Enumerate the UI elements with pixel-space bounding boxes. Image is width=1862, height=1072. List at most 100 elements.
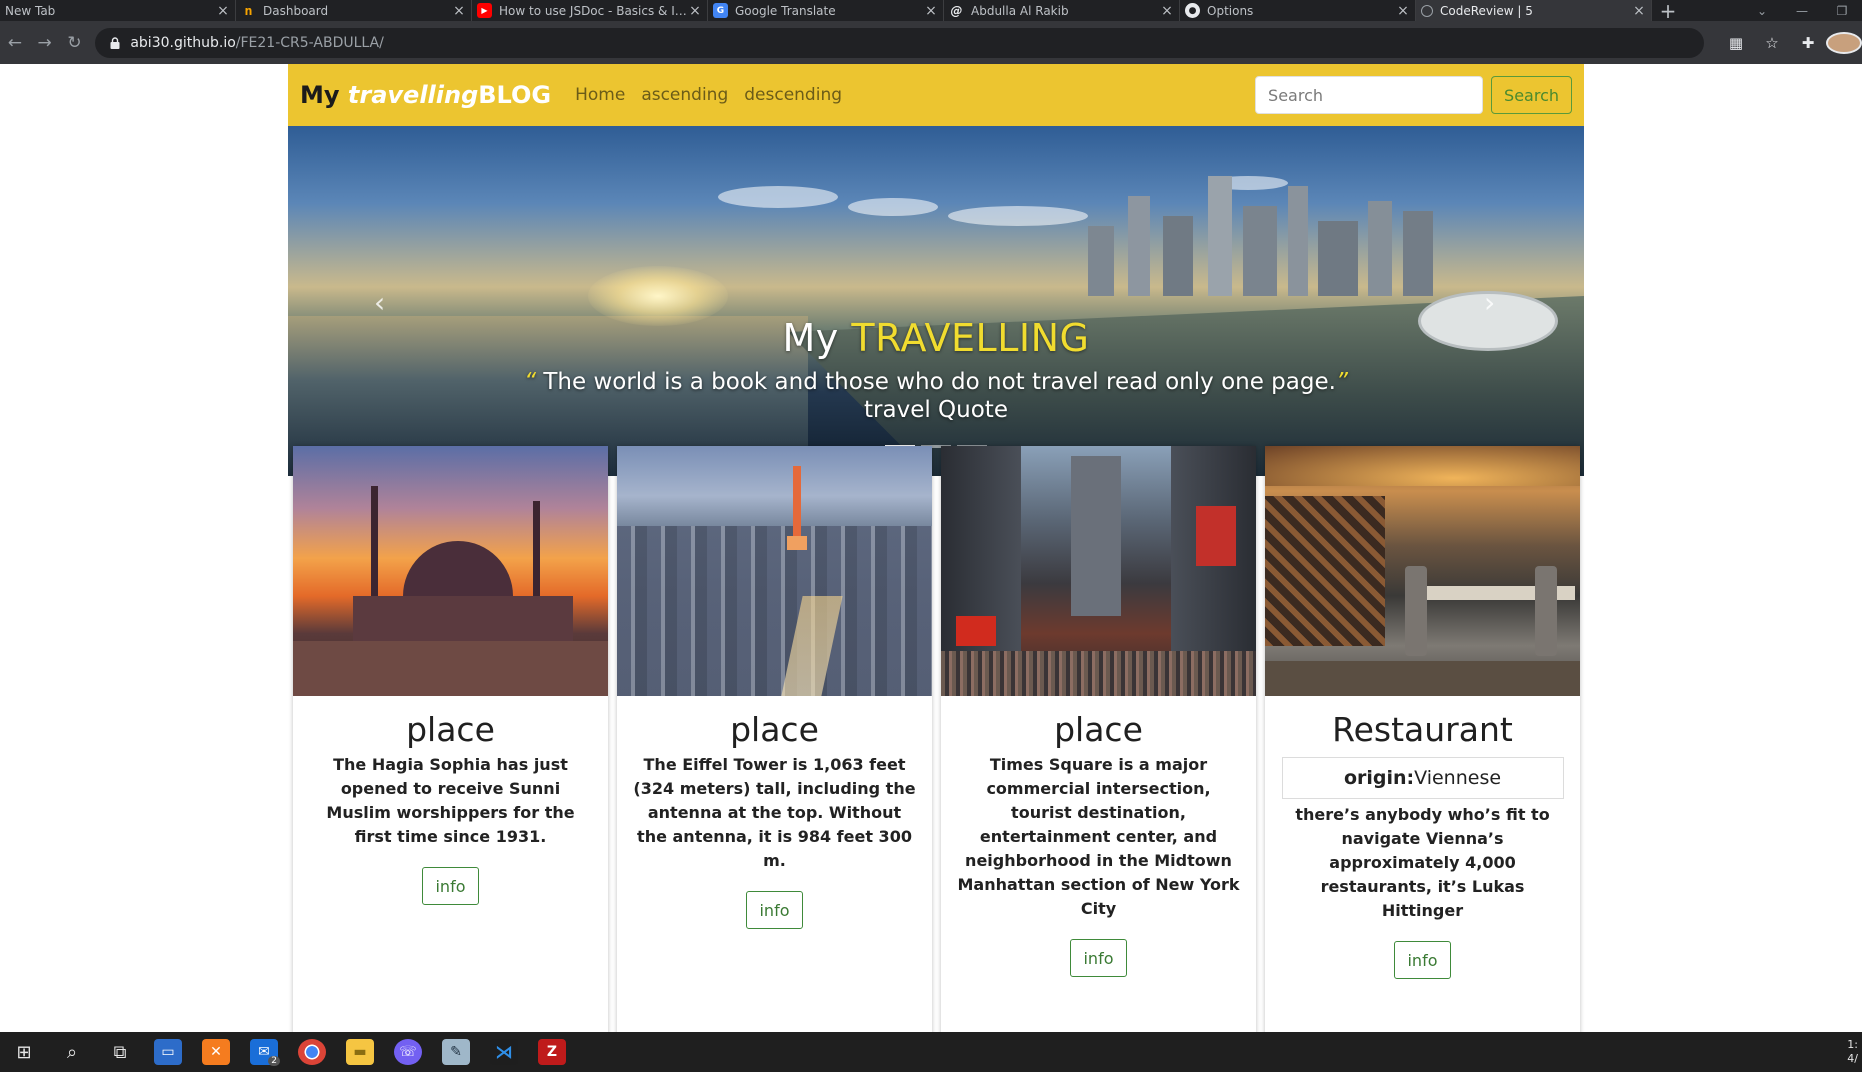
lock-icon <box>110 36 120 49</box>
billboard <box>1196 506 1236 566</box>
info-button[interactable]: info <box>1394 941 1451 979</box>
bookmark-star-icon[interactable]: ☆ <box>1754 34 1790 52</box>
hero-title-highlight: TRAVELLING <box>851 316 1090 360</box>
close-icon[interactable]: × <box>217 3 229 19</box>
restore-icon[interactable]: ❐ <box>1822 4 1862 18</box>
extensions-puzzle-icon[interactable]: ✚ <box>1790 34 1826 52</box>
site-brand[interactable]: My travellingBLOG <box>300 81 551 109</box>
minaret <box>371 486 378 606</box>
minimize-icon[interactable]: — <box>1782 4 1822 18</box>
tab-title: CodeReview | 5 <box>1440 3 1533 18</box>
card-grid: place The Hagia Sophia has just opened t… <box>293 446 1580 1032</box>
crowd <box>941 651 1256 696</box>
tab-title: Google Translate <box>735 3 836 18</box>
forward-icon[interactable]: → <box>30 28 60 58</box>
avatar[interactable] <box>1825 31 1862 54</box>
profile-favicon-icon: @ <box>950 3 963 18</box>
browser-tab-strip: New Tab × ո Dashboard × ▶ How to use JSD… <box>0 0 1862 23</box>
card-title: place <box>730 710 819 749</box>
origin-label: origin: <box>1343 767 1415 789</box>
browser-tab[interactable]: ո Dashboard × <box>236 0 472 21</box>
tower-center <box>1071 456 1121 616</box>
task-view-icon[interactable]: ⧉ <box>96 1032 144 1072</box>
card-title: place <box>1054 710 1143 749</box>
city-blocks <box>617 526 932 696</box>
browser-tab[interactable]: G Google Translate × <box>708 0 944 21</box>
cloud <box>718 186 838 208</box>
browser-tab[interactable]: @ Abdulla Al Rakib × <box>944 0 1180 21</box>
close-icon[interactable]: × <box>1161 3 1173 19</box>
skyscraper <box>1288 186 1308 296</box>
close-icon[interactable]: × <box>1397 3 1409 19</box>
search-button[interactable]: Search <box>1491 76 1572 114</box>
skyscraper <box>1318 221 1358 296</box>
hero-caption: My TRAVELLING “ The world is a book and … <box>288 316 1584 424</box>
origin-value: Viennese <box>1414 767 1502 789</box>
hagia-sophia-image <box>293 446 608 696</box>
dashboard-favicon-icon: ո <box>244 3 253 18</box>
youtube-favicon-icon: ▶ <box>477 3 492 18</box>
xampp-icon[interactable]: ✕ <box>192 1032 240 1072</box>
browser-tab[interactable]: New Tab × <box>0 0 236 21</box>
billboard-red <box>956 616 996 646</box>
search-input[interactable] <box>1255 76 1484 114</box>
clock-time: 1: <box>1847 1038 1858 1051</box>
hero-title-prefix: My <box>782 316 839 360</box>
address-bar[interactable]: abi30.github.io/FE21-CR5-ABDULLA/ <box>95 27 1704 58</box>
quote-text: The world is a book and those who do not… <box>543 369 1336 395</box>
quote-open-mark: “ <box>524 369 537 395</box>
close-icon[interactable]: × <box>689 3 701 19</box>
nav-link-ascending[interactable]: ascending <box>641 85 728 105</box>
windows-start-icon[interactable]: ⊞ <box>0 1032 48 1072</box>
close-icon[interactable]: × <box>1633 3 1645 19</box>
nav-link-descending[interactable]: descending <box>744 85 842 105</box>
restaurant-image <box>1265 446 1580 696</box>
browser-tab-active[interactable]: CodeReview | 5 × <box>1416 0 1652 21</box>
browser-tab[interactable]: ● Options × <box>1180 0 1416 21</box>
hero-carousel: ‹ › My TRAVELLING “ The world is a book … <box>288 126 1584 476</box>
search-icon[interactable]: ⌕ <box>48 1032 96 1072</box>
carousel-next-icon[interactable]: › <box>1484 286 1495 319</box>
tab-title: New Tab <box>5 3 56 18</box>
card-text: Times Square is a major commercial inter… <box>957 755 1240 918</box>
back-icon[interactable]: ← <box>0 28 30 58</box>
viber-icon[interactable]: ☏ <box>384 1032 432 1072</box>
close-icon[interactable]: × <box>453 3 465 19</box>
notes-icon[interactable]: ✎ <box>432 1032 480 1072</box>
windows-taskbar: ⊞ ⌕ ⧉ ▭ ✕ ✉ 2 ▬ ☏ ✎ ⋊ Z 1: 4/ <box>0 1032 1862 1072</box>
brand-suffix: BLOG <box>478 81 552 109</box>
filezilla-icon[interactable]: Z <box>528 1032 576 1072</box>
page-favicon-icon <box>1421 4 1433 17</box>
tab-search-icon[interactable]: ⌄ <box>1742 4 1782 18</box>
card-text: The Hagia Sophia has just opened to rece… <box>326 755 575 846</box>
wooden-lattice <box>1265 496 1385 646</box>
chair <box>1405 566 1427 656</box>
mail-icon[interactable]: ✉ 2 <box>240 1032 288 1072</box>
new-tab-button[interactable]: + <box>1652 0 1684 23</box>
reload-icon[interactable]: ↻ <box>60 28 90 58</box>
vscode-icon[interactable]: ⋊ <box>480 1032 528 1072</box>
qr-code-icon[interactable]: ▦ <box>1718 34 1754 52</box>
page-viewport: My travellingBLOG Home ascending descend… <box>0 64 1862 1032</box>
times-square-image <box>941 446 1256 696</box>
brand-prefix: My <box>300 81 340 109</box>
info-button[interactable]: info <box>746 891 803 929</box>
hero-title: My TRAVELLING <box>288 316 1584 360</box>
chrome-icon[interactable] <box>288 1032 336 1072</box>
card-title: Restaurant <box>1332 710 1513 749</box>
carousel-prev-icon[interactable]: ‹ <box>374 286 385 319</box>
close-icon[interactable]: × <box>925 3 937 19</box>
info-button[interactable]: info <box>1070 939 1127 977</box>
url-host: abi30.github.io <box>130 34 236 51</box>
tower-base <box>787 536 807 550</box>
folder-icon[interactable]: ▬ <box>336 1032 384 1072</box>
info-button[interactable]: info <box>422 867 479 905</box>
tab-title: Dashboard <box>263 3 329 18</box>
explorer-icon[interactable]: ▭ <box>144 1032 192 1072</box>
skyscraper <box>1368 201 1392 296</box>
system-clock[interactable]: 1: 4/ <box>1847 1038 1862 1066</box>
skyscraper <box>1128 196 1150 296</box>
browser-tab[interactable]: ▶ How to use JSDoc - Basics & Intr × <box>472 0 708 21</box>
quote-close-mark: ” <box>1335 369 1348 395</box>
nav-link-home[interactable]: Home <box>575 85 625 105</box>
